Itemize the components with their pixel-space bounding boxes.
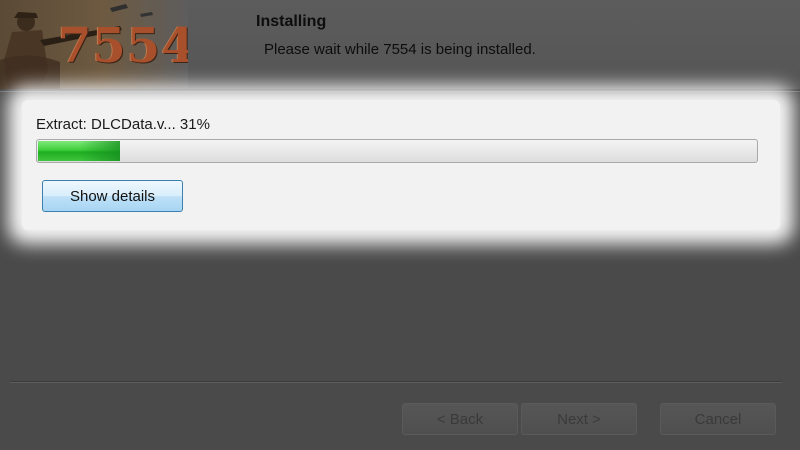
cancel-button[interactable]: Cancel: [660, 403, 776, 435]
page-subtitle: Please wait while 7554 is being installe…: [264, 41, 536, 58]
installer-header: 7554 Installing Please wait while 7554 i…: [0, 0, 800, 92]
page-title: Installing: [256, 13, 327, 30]
install-progress-bar: [36, 139, 758, 163]
extract-status-text: Extract: DLCData.v... 31%: [36, 116, 210, 133]
next-button[interactable]: Next >: [521, 403, 637, 435]
progress-bar-fill: [38, 141, 120, 161]
header-divider: [0, 89, 800, 92]
game-banner-image: 7554: [0, 0, 188, 90]
show-details-button[interactable]: Show details: [42, 180, 183, 212]
game-logo-text: 7554: [58, 18, 188, 74]
back-button[interactable]: < Back: [402, 403, 518, 435]
footer-divider: [10, 381, 782, 383]
